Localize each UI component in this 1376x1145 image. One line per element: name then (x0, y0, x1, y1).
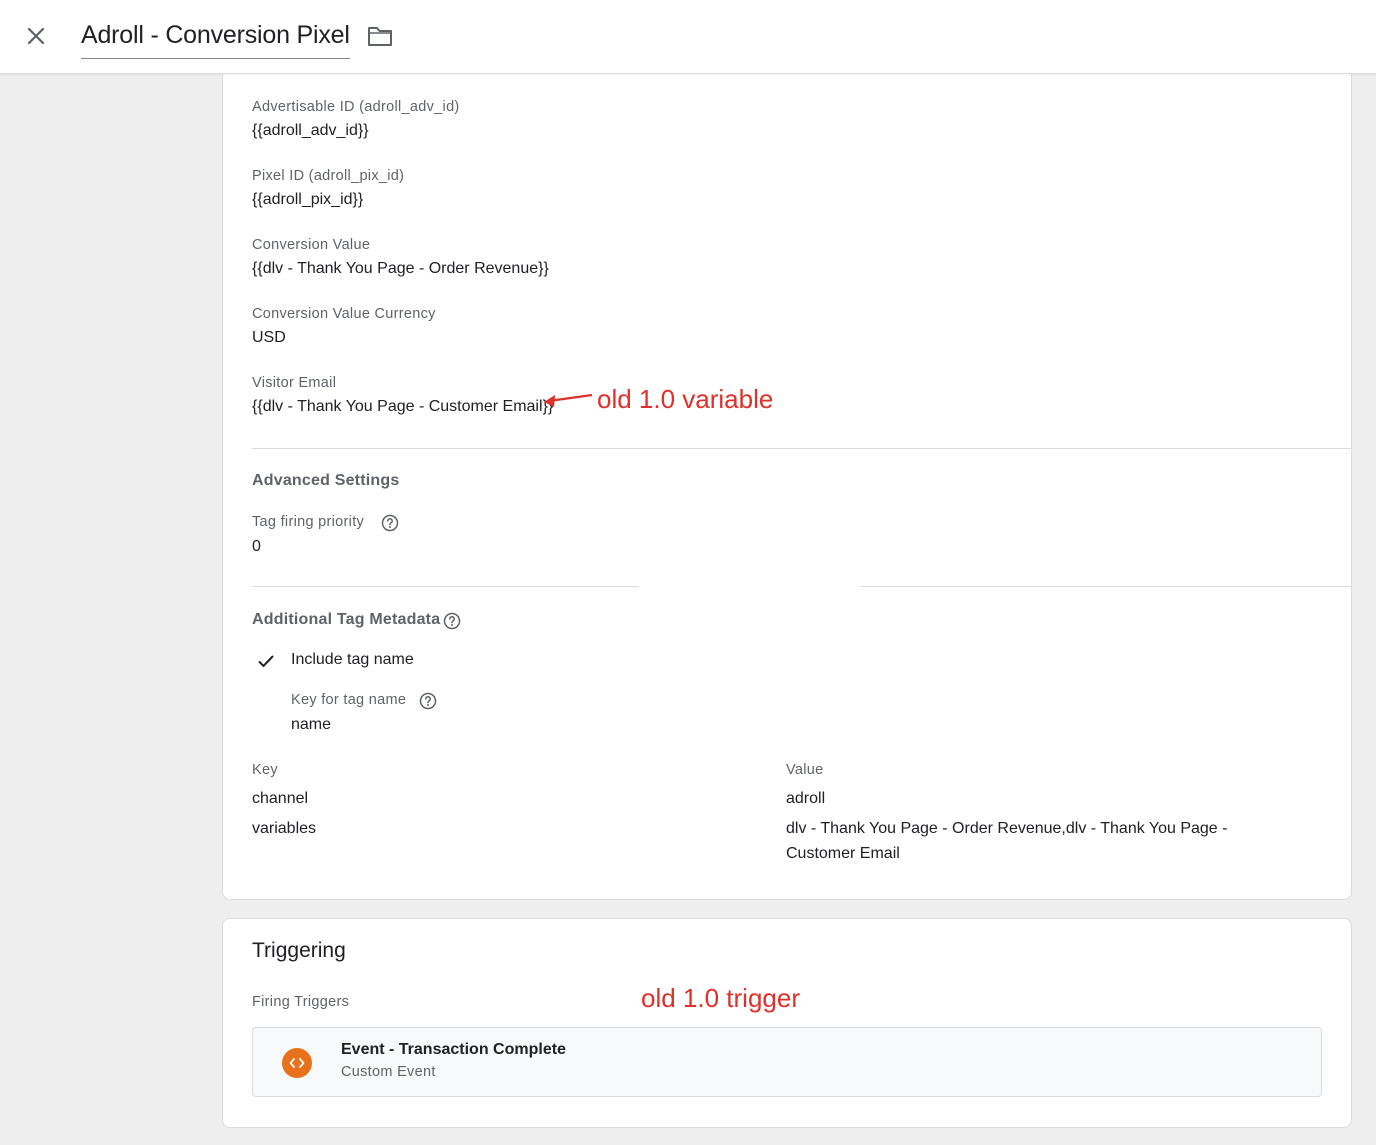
table-cell-value: adroll (786, 790, 826, 807)
conversion-value-value: {{dlv - Thank You Page - Order Revenue}} (252, 260, 549, 277)
advanced-settings-title: Advanced Settings (252, 472, 400, 489)
advertisable-id-value: {{adroll_adv_id}} (252, 122, 369, 139)
annotation-arrow-icon (544, 393, 593, 407)
help-icon[interactable] (381, 514, 399, 532)
trigger-item[interactable]: Event - Transaction Complete Custom Even… (252, 1027, 1322, 1097)
divider (252, 448, 1351, 449)
folder-icon (368, 27, 392, 46)
table-cell-key: variables (252, 820, 317, 837)
triggering-title: Triggering (252, 939, 346, 962)
conversion-currency-value: USD (252, 329, 286, 346)
custom-event-icon (282, 1048, 312, 1078)
folder-button[interactable] (365, 22, 395, 50)
table-cell-value-continued: Customer Email (786, 845, 900, 862)
conversion-currency-label: Conversion Value Currency (252, 306, 436, 322)
tag-name-input[interactable]: Adroll - Conversion Pixel (81, 20, 350, 59)
help-icon[interactable] (419, 692, 437, 710)
variable-annotation: old 1.0 variable (597, 384, 774, 414)
advertisable-id-label: Advertisable ID (adroll_adv_id) (252, 99, 460, 115)
pixel-id-label: Pixel ID (adroll_pix_id) (252, 168, 405, 184)
help-icon[interactable] (443, 612, 461, 630)
visitor-email-label: Visitor Email (252, 375, 337, 391)
top-bar: Adroll - Conversion Pixel (0, 0, 1376, 74)
visitor-email-value: {{dlv - Thank You Page - Customer Email}… (252, 398, 554, 415)
divider (860, 586, 1351, 587)
divider (252, 586, 638, 587)
tag-firing-priority-value: 0 (252, 538, 261, 555)
trigger-type: Custom Event (341, 1064, 436, 1080)
checkmark-icon[interactable] (257, 653, 275, 669)
key-for-tag-name-label: Key for tag name (291, 692, 407, 708)
tag-firing-priority-label: Tag firing priority (252, 514, 365, 530)
conversion-value-label: Conversion Value (252, 237, 371, 253)
table-header-key: Key (252, 762, 278, 778)
table-header-value: Value (786, 762, 824, 778)
additional-tag-metadata-title: Additional Tag Metadata (252, 611, 441, 628)
table-cell-key: channel (252, 790, 309, 807)
table-cell-value: dlv - Thank You Page - Order Revenue,dlv… (786, 820, 1228, 837)
key-for-tag-name-value: name (291, 716, 332, 733)
include-tag-name-label: Include tag name (291, 651, 414, 668)
trigger-annotation: old 1.0 trigger (641, 983, 800, 1013)
firing-triggers-label: Firing Triggers (252, 994, 350, 1010)
close-icon (27, 27, 45, 45)
close-button[interactable] (20, 20, 52, 52)
trigger-name: Event - Transaction Complete (341, 1041, 566, 1058)
pixel-id-value: {{adroll_pix_id}} (252, 191, 364, 208)
